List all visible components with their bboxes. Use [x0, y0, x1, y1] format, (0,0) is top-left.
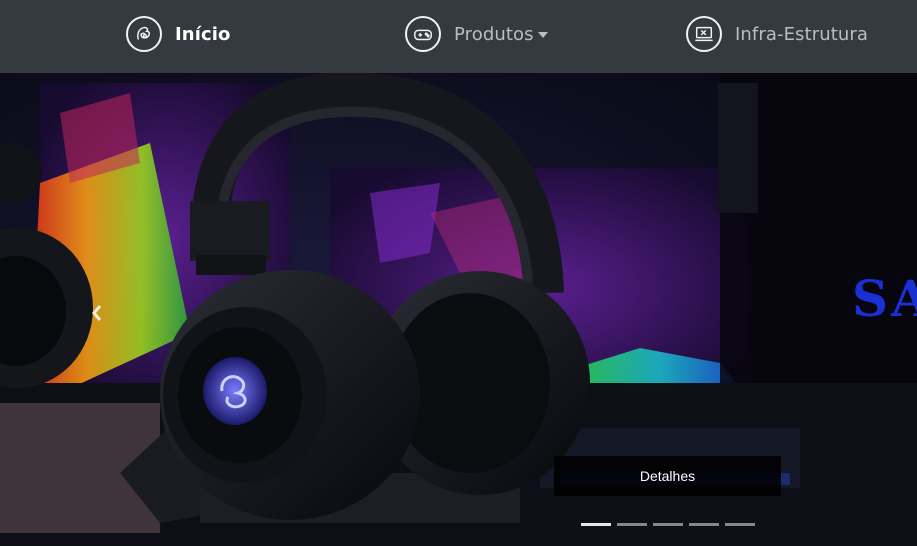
- carousel-indicators: [581, 523, 755, 526]
- brand-watermark-text: SA: [852, 269, 917, 328]
- carousel-indicator[interactable]: [725, 523, 755, 526]
- chevron-left-icon: [92, 305, 102, 321]
- carousel-indicator[interactable]: [653, 523, 683, 526]
- nav-label-home: Início: [175, 23, 231, 45]
- nav-item-infrastructure[interactable]: Infra-Estrutura: [686, 14, 868, 54]
- top-navbar: Início Produtos Infra-Estrutura: [0, 0, 917, 73]
- details-button[interactable]: Detalhes: [554, 456, 781, 496]
- nav-label-infrastructure: Infra-Estrutura: [735, 23, 868, 45]
- laptop-tools-icon: [686, 16, 722, 52]
- carousel-indicator[interactable]: [581, 523, 611, 526]
- carousel-indicator[interactable]: [617, 523, 647, 526]
- carousel-indicator[interactable]: [689, 523, 719, 526]
- nav-item-home[interactable]: Início: [126, 14, 231, 54]
- chevron-down-icon: [537, 32, 548, 38]
- nav-label-products: Produtos: [454, 23, 534, 45]
- carousel-prev-button[interactable]: [84, 295, 110, 331]
- nav-item-products[interactable]: Produtos: [405, 14, 548, 54]
- brand-logo-icon: [126, 16, 162, 52]
- details-button-label: Detalhes: [639, 468, 696, 484]
- hero-carousel: SA Detalhes: [0, 73, 917, 546]
- gamepad-icon: [405, 16, 441, 52]
